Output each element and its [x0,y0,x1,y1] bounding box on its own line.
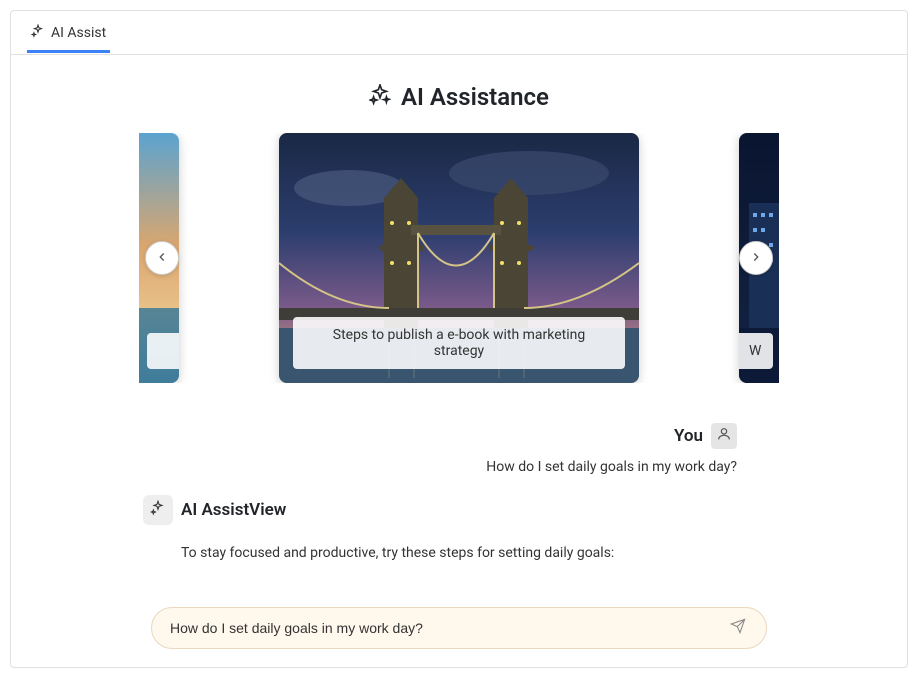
tab-bar: AI Assist [11,11,907,55]
app-container: AI Assist AI Assistance [10,10,908,668]
user-avatar [711,423,737,449]
message-user: You How do I set daily goals in my work … [181,423,737,475]
sparkle-icon [150,500,166,520]
assistant-avatar [143,495,173,525]
send-icon [730,618,746,638]
message-assistant: AI AssistView To stay focused and produc… [181,495,737,561]
carousel-prev-button[interactable] [145,241,179,275]
chevron-right-icon [749,249,763,268]
sparkle-icon [31,24,45,42]
user-icon [716,426,732,446]
card-caption-partial-right: W [739,333,773,369]
card-caption: Steps to publish a e-book with marketing… [293,317,625,369]
tab-label: AI Assist [51,25,106,41]
input-bar [151,607,767,649]
carousel-card-center[interactable]: Steps to publish a e-book with marketing… [279,133,639,383]
sparkle-icon [369,84,391,110]
user-name: You [674,426,703,446]
send-button[interactable] [724,614,752,642]
page-header: AI Assistance [51,83,867,111]
scroll-area[interactable]: AI Assistance [11,55,907,667]
chevron-left-icon [155,249,169,268]
card-caption-partial-left [147,333,179,369]
content-wrapper: AI Assistance [11,55,907,667]
user-message-text: How do I set daily goals in my work day? [181,459,737,475]
tab-ai-assist[interactable]: AI Assist [19,14,118,52]
message-assistant-header: AI AssistView [143,495,286,525]
message-user-header: You [674,423,737,449]
suggestion-carousel: Steps to publish a e-book with marketing… [139,133,779,383]
prompt-input[interactable] [170,620,724,636]
carousel-next-button[interactable] [739,241,773,275]
assistant-name: AI AssistView [181,500,286,520]
carousel-track: Steps to publish a e-book with marketing… [139,133,779,383]
page-title: AI Assistance [401,83,549,111]
assistant-message-text: To stay focused and productive, try thes… [181,545,737,561]
